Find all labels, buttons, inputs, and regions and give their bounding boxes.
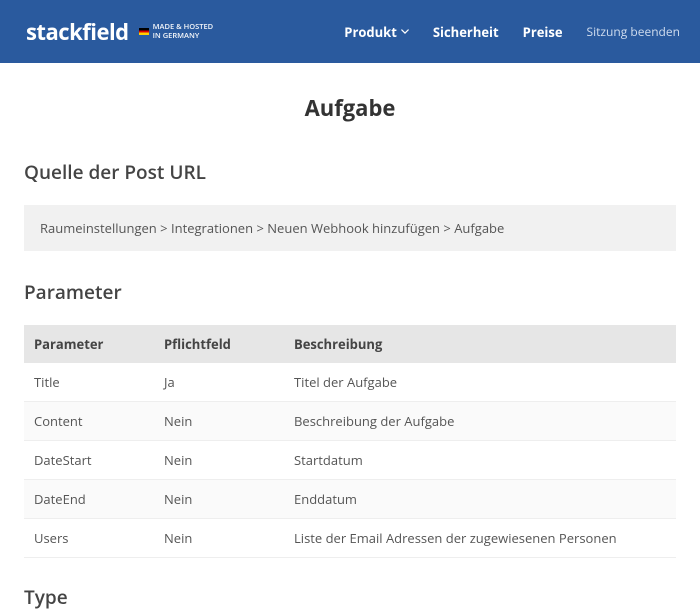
tagline-wrap: MADE & HOSTED IN GERMANY <box>139 23 214 40</box>
top-nav: Produkt Sicherheit Preise Sitzung beende… <box>344 23 680 41</box>
cell-description: Titel der Aufgabe <box>284 363 676 402</box>
cell-required: Nein <box>154 519 284 558</box>
section-parameter-heading: Parameter <box>24 279 676 305</box>
th-description: Beschreibung <box>284 325 676 363</box>
table-header-row: Parameter Pflichtfeld Beschreibung <box>24 325 676 363</box>
nav-logout[interactable]: Sitzung beenden <box>587 23 680 40</box>
table-row: Title Ja Titel der Aufgabe <box>24 363 676 402</box>
th-parameter: Parameter <box>24 325 154 363</box>
cell-required: Nein <box>154 402 284 441</box>
cell-parameter: DateEnd <box>24 480 154 519</box>
cell-description: Enddatum <box>284 480 676 519</box>
nav-preise[interactable]: Preise <box>523 23 563 41</box>
cell-parameter: DateStart <box>24 441 154 480</box>
tagline: MADE & HOSTED IN GERMANY <box>153 23 214 40</box>
table-row: DateStart Nein Startdatum <box>24 441 676 480</box>
tagline-line2: IN GERMANY <box>153 32 214 40</box>
nav-produkt-label: Produkt <box>344 23 397 41</box>
cell-required: Nein <box>154 480 284 519</box>
germany-flag-icon <box>139 28 149 35</box>
cell-description: Beschreibung der Aufgabe <box>284 402 676 441</box>
table-row: DateEnd Nein Enddatum <box>24 480 676 519</box>
parameter-table: Parameter Pflichtfeld Beschreibung Title… <box>24 325 676 558</box>
cell-description: Liste der Email Adressen der zugewiesene… <box>284 519 676 558</box>
cell-required: Nein <box>154 441 284 480</box>
cell-required: Ja <box>154 363 284 402</box>
cell-parameter: Title <box>24 363 154 402</box>
table-row: Users Nein Liste der Email Adressen der … <box>24 519 676 558</box>
cell-description: Startdatum <box>284 441 676 480</box>
chevron-down-icon <box>401 29 409 34</box>
section-type-heading: Type <box>24 584 676 610</box>
section-source-heading: Quelle der Post URL <box>24 159 676 185</box>
logo[interactable]: stackfield <box>26 17 129 47</box>
page-title: Aufgabe <box>24 93 676 123</box>
content-area: Aufgabe Quelle der Post URL Raumeinstell… <box>0 63 700 610</box>
breadcrumb: Raumeinstellungen > Integrationen > Neue… <box>24 205 676 251</box>
cell-parameter: Content <box>24 402 154 441</box>
table-row: Content Nein Beschreibung der Aufgabe <box>24 402 676 441</box>
top-header: stackfield MADE & HOSTED IN GERMANY Prod… <box>0 0 700 63</box>
nav-sicherheit[interactable]: Sicherheit <box>433 23 499 41</box>
nav-produkt[interactable]: Produkt <box>344 23 409 41</box>
th-required: Pflichtfeld <box>154 325 284 363</box>
cell-parameter: Users <box>24 519 154 558</box>
